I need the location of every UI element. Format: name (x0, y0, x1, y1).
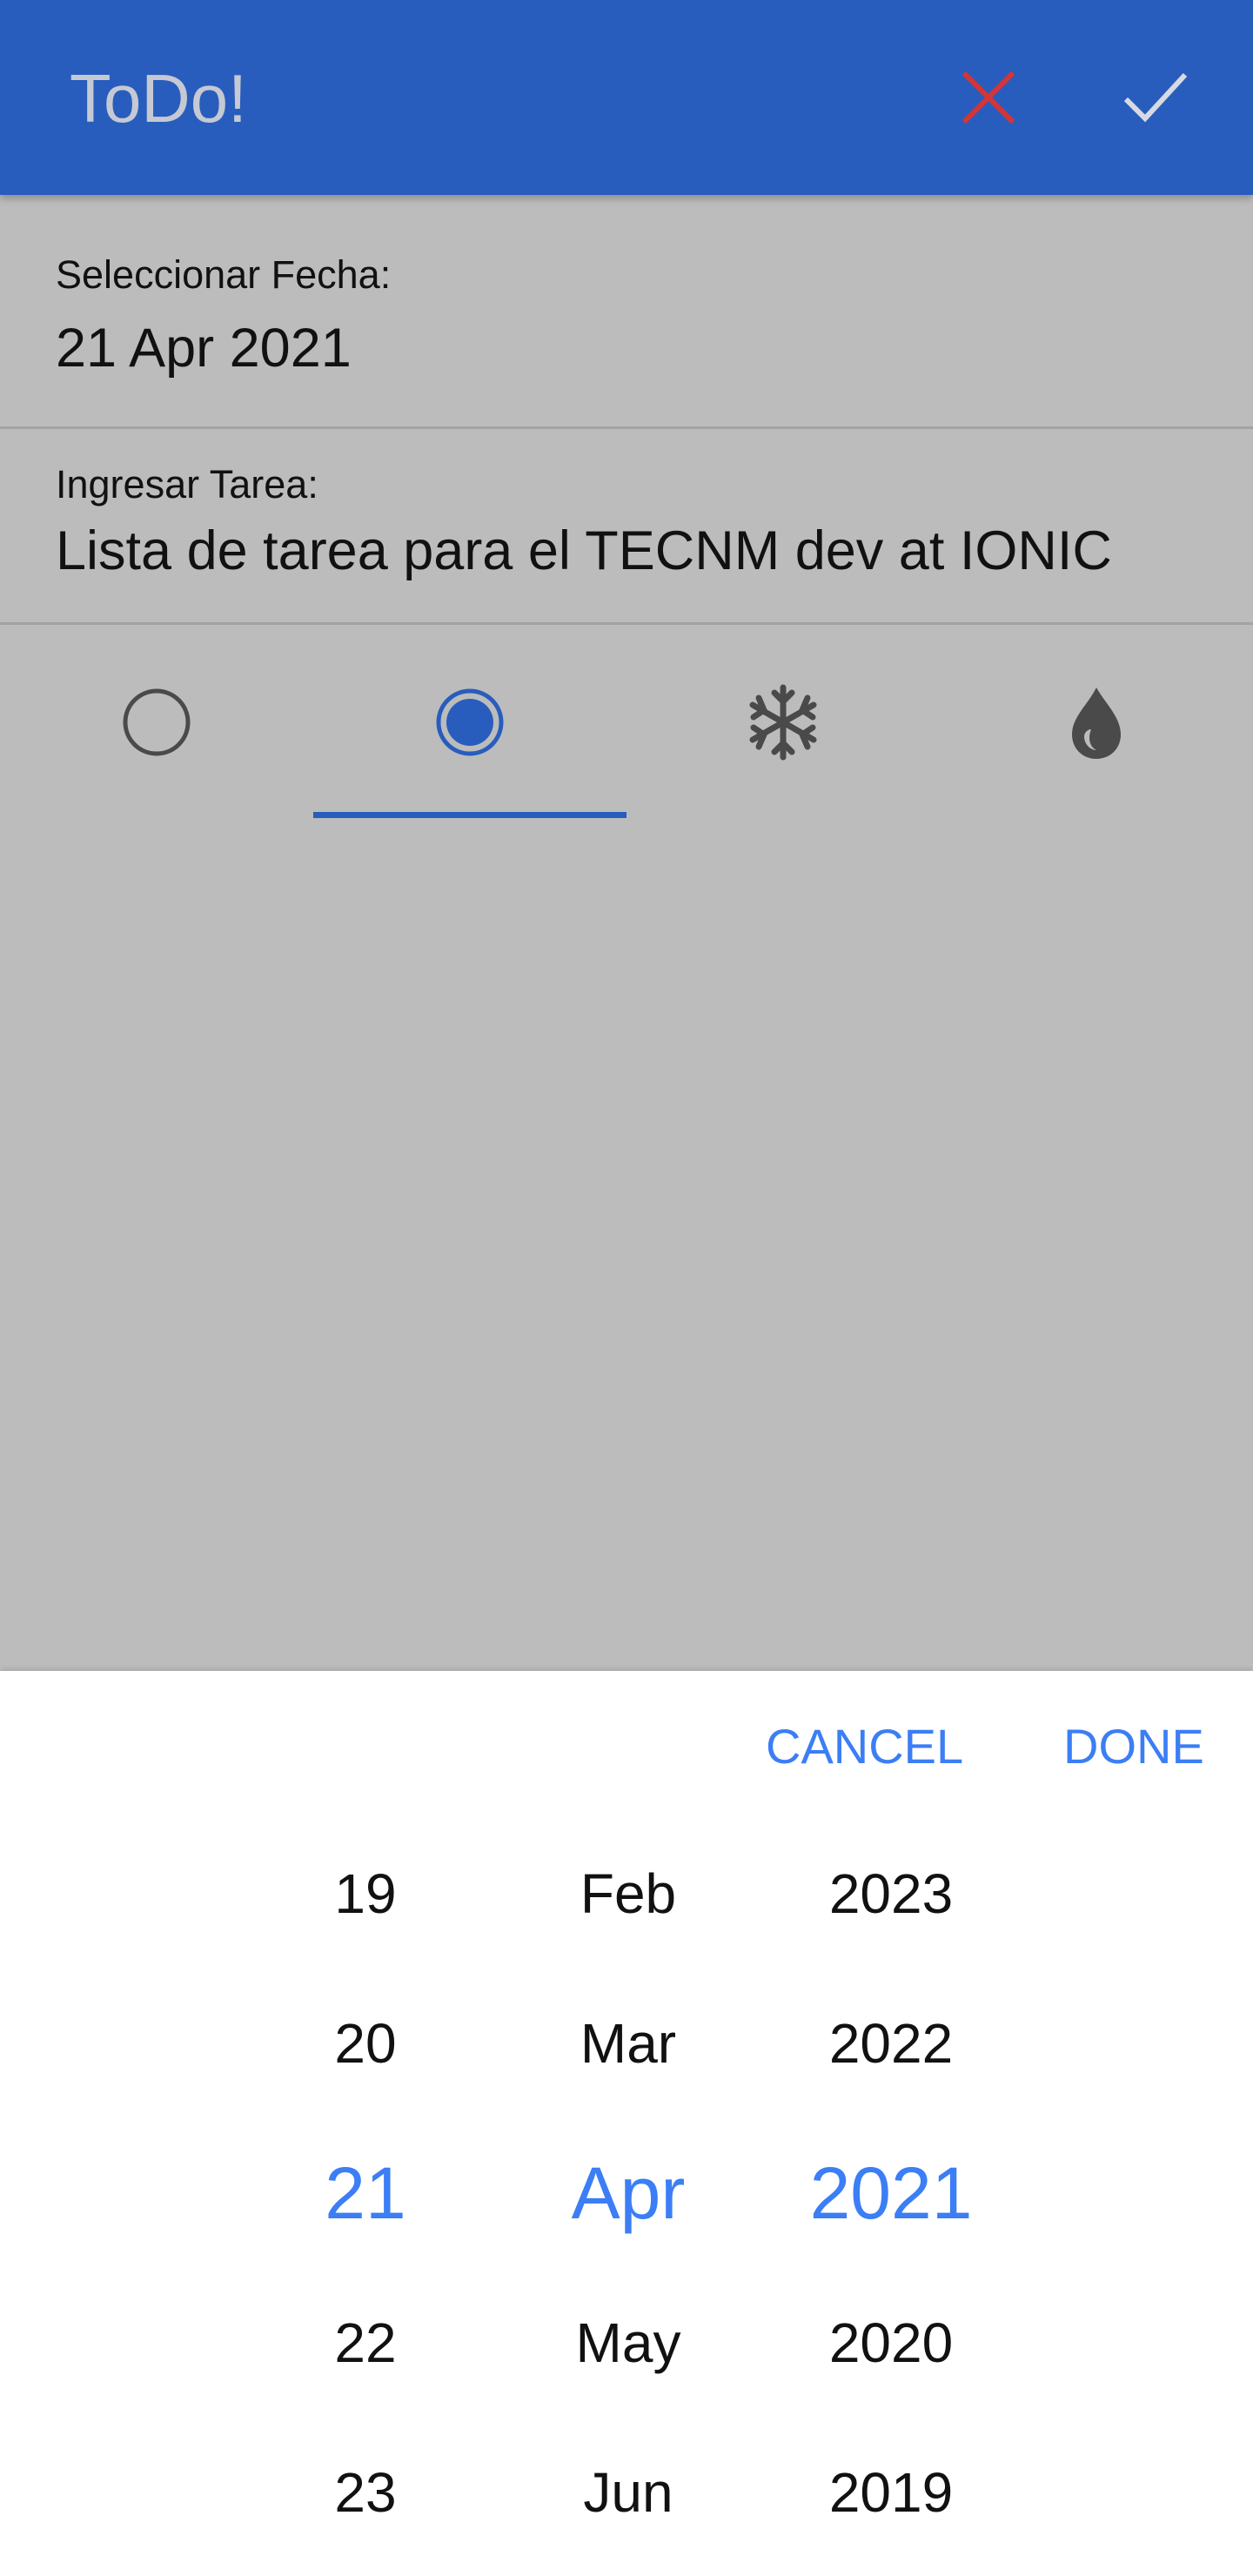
year-column[interactable]: 2023 2022 2021 2020 2019 (761, 1819, 1022, 2567)
cancel-button[interactable] (936, 54, 1041, 141)
check-icon (1123, 72, 1188, 123)
day-option[interactable]: 22 (235, 2268, 496, 2418)
task-label: Ingresar Tarea: (56, 462, 318, 506)
picker-cancel-button[interactable]: CANCEL (766, 1716, 963, 1777)
app-title: ToDo! (70, 60, 247, 137)
task-field[interactable]: Ingresar Tarea: Lista de tarea para el T… (0, 429, 1253, 625)
day-option-selected[interactable]: 21 (235, 2118, 496, 2268)
month-option[interactable]: Mar (498, 1969, 759, 2118)
day-option[interactable]: 19 (235, 1819, 496, 1969)
task-input[interactable]: Lista de tarea para el TECNM dev at IONI… (56, 520, 1112, 582)
radio-selected-icon (436, 688, 504, 756)
day-option[interactable]: 20 (235, 1969, 496, 2118)
priority-segment (0, 627, 1253, 818)
close-icon (962, 70, 1015, 124)
picker-done-button[interactable]: DONE (1063, 1716, 1204, 1777)
month-option[interactable]: Jun (498, 2418, 759, 2567)
month-option-selected[interactable]: Apr (498, 2118, 759, 2268)
year-option[interactable]: 2020 (761, 2268, 1022, 2418)
snowflake-icon (749, 684, 817, 761)
year-option[interactable]: 2022 (761, 1969, 1022, 2118)
date-field[interactable]: Seleccionar Fecha: 21 Apr 2021 (0, 195, 1253, 429)
month-column[interactable]: Feb Mar Apr May Jun (498, 1819, 759, 2567)
month-option[interactable]: May (498, 2268, 759, 2418)
date-label: Seleccionar Fecha: (56, 252, 392, 297)
segment-hot[interactable] (940, 627, 1253, 818)
empty-circle-icon (123, 688, 191, 756)
segment-cold[interactable] (626, 627, 940, 818)
segment-empty[interactable] (0, 627, 313, 818)
day-option[interactable]: 23 (235, 2418, 496, 2567)
month-option[interactable]: Feb (498, 1819, 759, 1969)
year-option[interactable]: 2023 (761, 1819, 1022, 1969)
year-option-selected[interactable]: 2021 (761, 2118, 1022, 2268)
day-column[interactable]: 19 20 21 22 23 (235, 1819, 496, 2567)
segment-indicator (313, 812, 626, 818)
date-value[interactable]: 21 Apr 2021 (56, 317, 352, 379)
year-option[interactable]: 2019 (761, 2418, 1022, 2567)
flame-icon (1072, 688, 1121, 759)
app-header: ToDo! (0, 0, 1253, 195)
confirm-button[interactable] (1103, 54, 1208, 141)
segment-selected[interactable] (313, 627, 626, 818)
date-picker: CANCEL DONE 19 20 21 22 23 Feb Mar Apr M… (0, 1671, 1253, 2576)
